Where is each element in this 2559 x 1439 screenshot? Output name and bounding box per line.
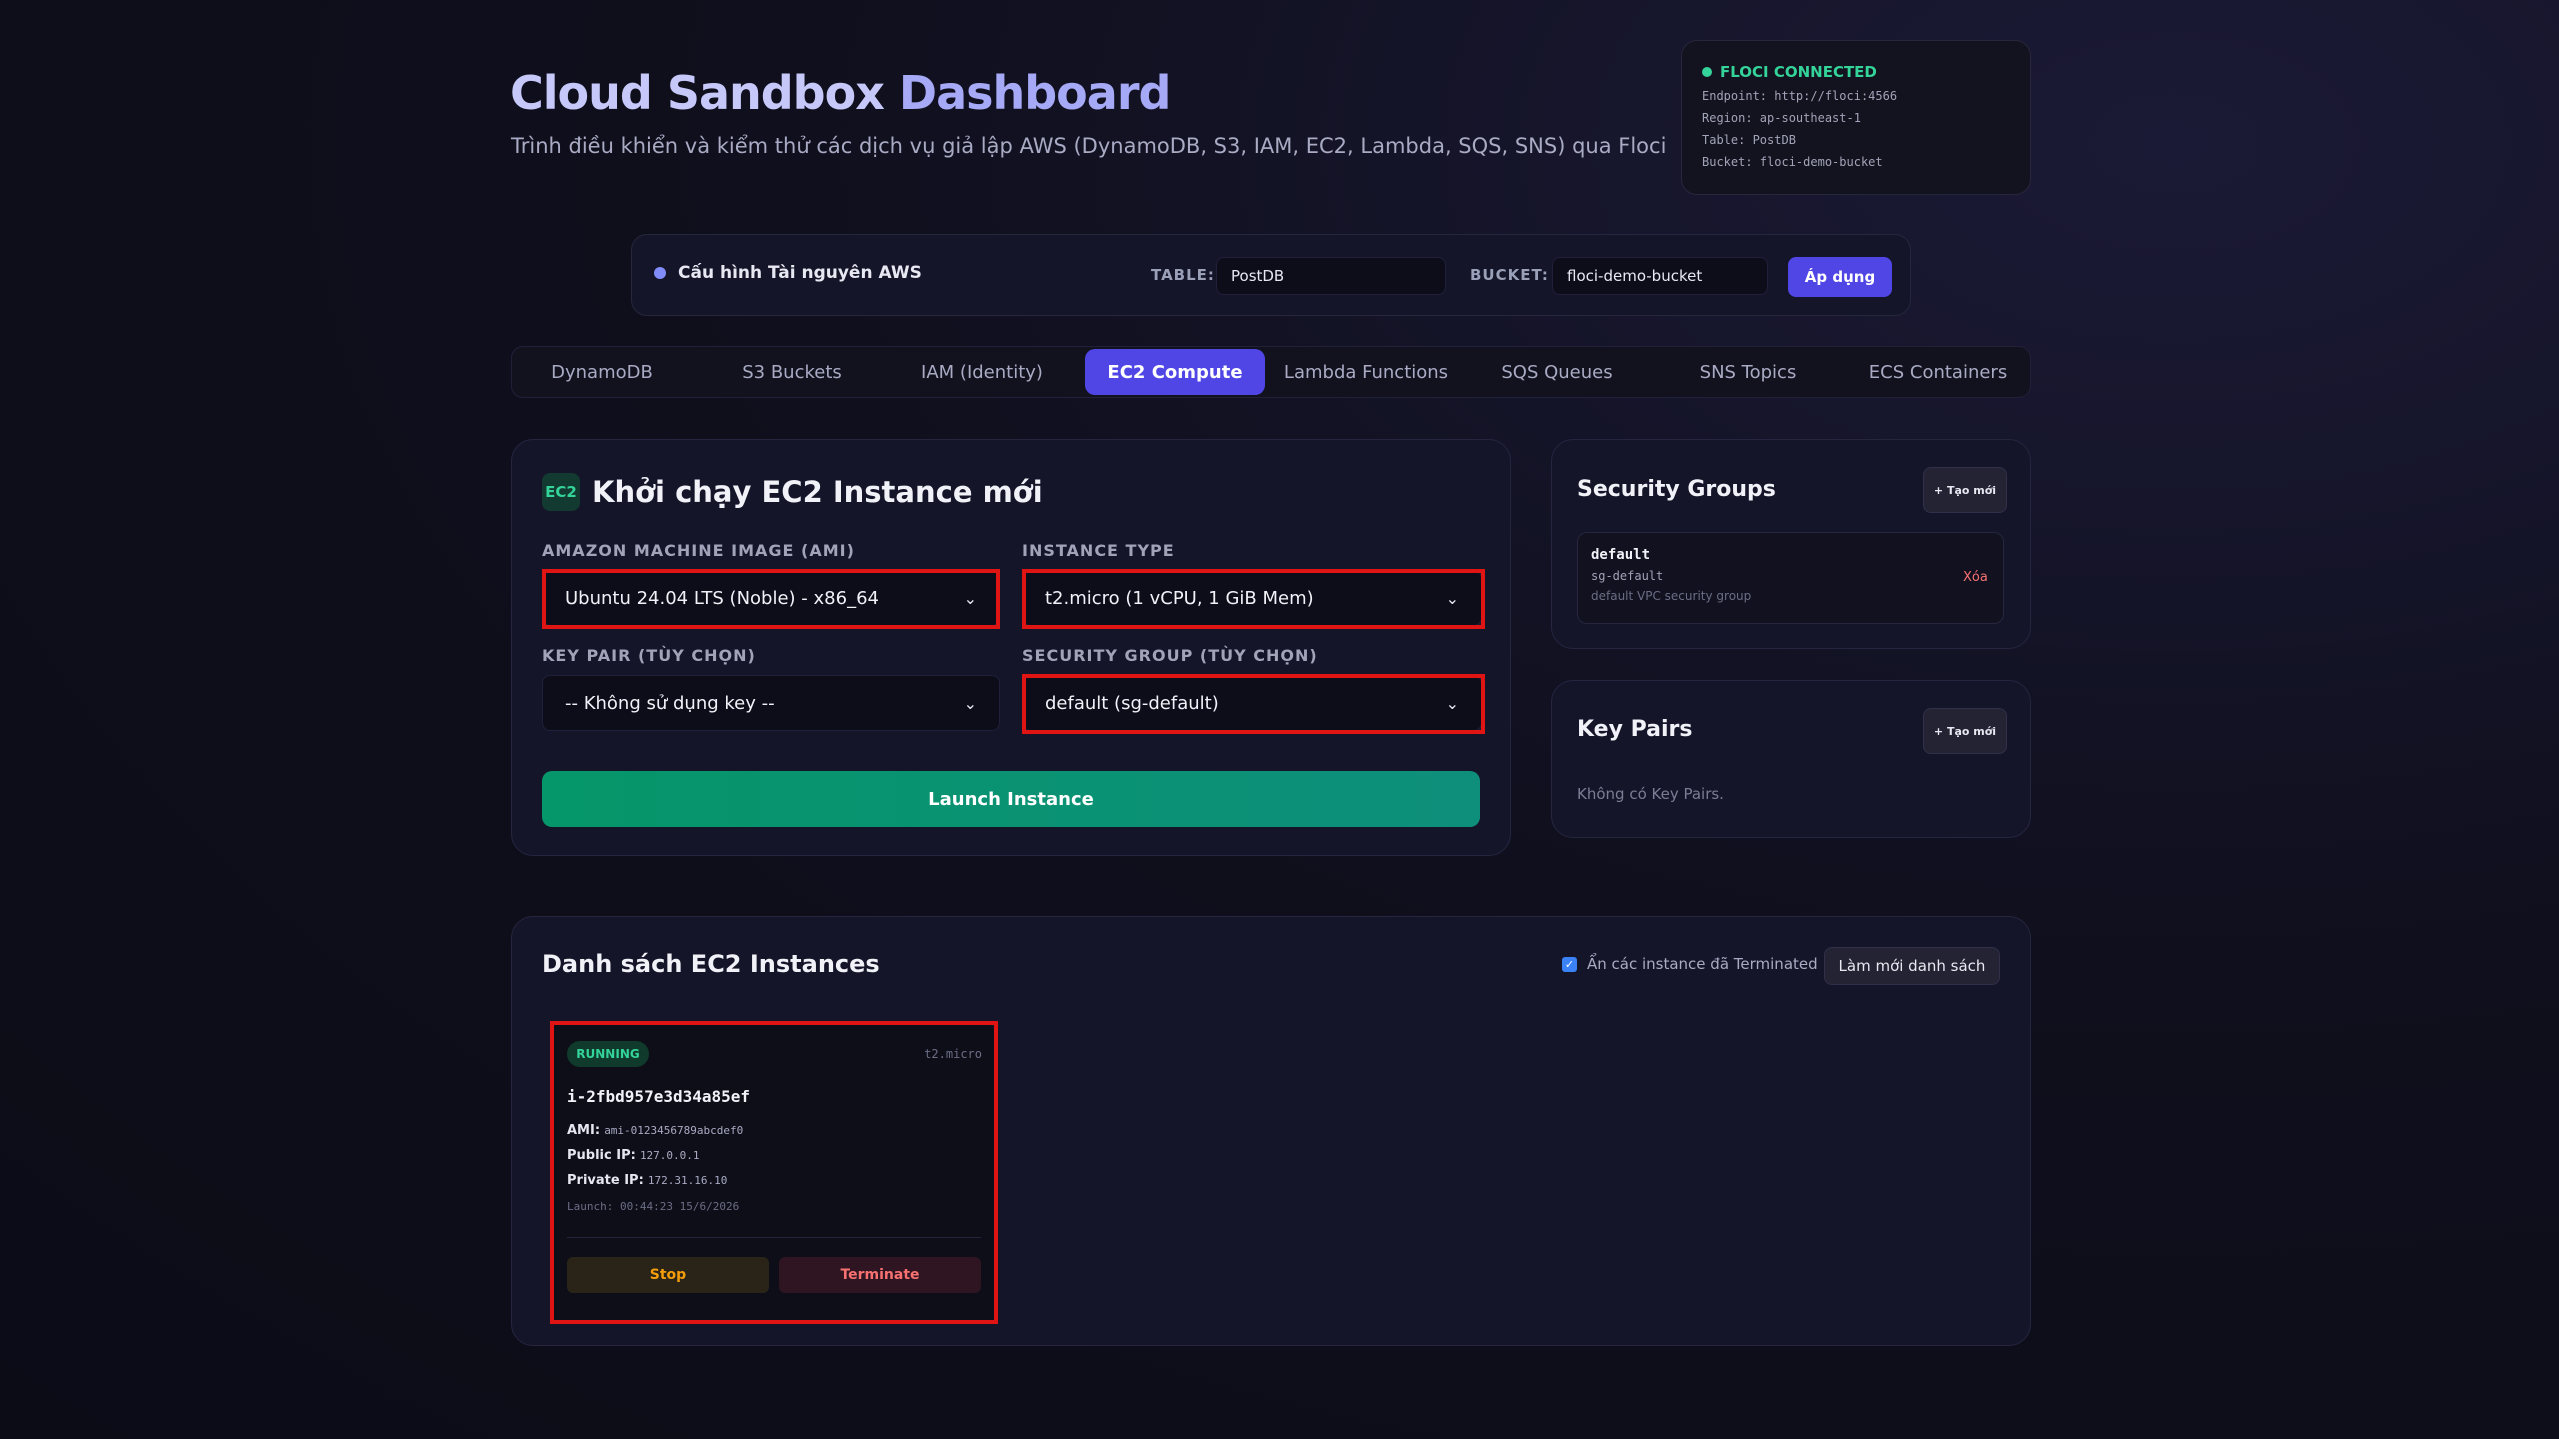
launch-instance-button[interactable]: Launch Instance: [542, 771, 1480, 827]
tab-iam[interactable]: IAM (Identity): [892, 349, 1072, 395]
private-ip-key: Private IP:: [567, 1173, 644, 1188]
instances-title: Danh sách EC2 Instances: [542, 950, 880, 978]
status-bucket: Bucket: floci-demo-bucket: [1702, 155, 1883, 169]
ami-label: AMAZON MACHINE IMAGE (AMI): [542, 541, 855, 560]
status-endpoint: Endpoint: http://floci:4566: [1702, 89, 1898, 103]
status-region: Region: ap-southeast-1: [1702, 111, 1861, 125]
key-pair-select[interactable]: -- Không sử dụng key -- ⌄: [542, 675, 1000, 731]
ami-select-value: Ubuntu 24.04 LTS (Noble) - x86_64: [565, 587, 879, 609]
ami-select[interactable]: Ubuntu 24.04 LTS (Noble) - x86_64 ⌄: [542, 570, 1000, 626]
tab-sns-topics[interactable]: SNS Topics: [1658, 349, 1838, 395]
tab-ecs-containers[interactable]: ECS Containers: [1848, 349, 2028, 395]
tab-s3-buckets[interactable]: S3 Buckets: [702, 349, 882, 395]
key-pairs-title: Key Pairs: [1577, 717, 1693, 742]
chevron-down-icon: ⌄: [1445, 588, 1459, 608]
launch-title-text: Khởi chạy EC2 Instance mới: [592, 475, 1043, 509]
security-groups-title: Security Groups: [1577, 477, 1776, 502]
status-table: Table: PostDB: [1702, 133, 1796, 147]
terminate-instance-button[interactable]: Terminate: [779, 1257, 981, 1293]
security-group-label: SECURITY GROUP (TÙY CHỌN): [1022, 646, 1318, 665]
refresh-list-button[interactable]: Làm mới danh sách: [1824, 947, 2000, 985]
launch-panel-title: EC2 Khởi chạy EC2 Instance mới: [542, 473, 1043, 511]
tab-dynamodb[interactable]: DynamoDB: [512, 349, 692, 395]
status-badge: RUNNING: [567, 1041, 649, 1067]
private-ip-value: 172.31.16.10: [647, 1174, 728, 1187]
instance-type-select[interactable]: t2.micro (1 vCPU, 1 GiB Mem) ⌄: [1022, 570, 1482, 626]
config-title: Cấu hình Tài nguyên AWS: [678, 263, 922, 283]
tab-lambda-functions[interactable]: Lambda Functions: [1276, 349, 1456, 395]
instance-launch-time: Launch: 00:44:23 15/6/2026: [567, 1200, 740, 1213]
ec2-icon: EC2: [542, 473, 580, 511]
resource-config-bar: Cấu hình Tài nguyên AWS TABLE: PostDB BU…: [631, 234, 1911, 316]
connection-status-card: FLOCI CONNECTED Endpoint: http://floci:4…: [1681, 40, 2031, 195]
instance-type-value: t2.micro (1 vCPU, 1 GiB Mem): [1045, 587, 1314, 609]
instance-public-ip: Public IP: 127.0.0.1: [567, 1148, 700, 1163]
tab-ec2-compute[interactable]: EC2 Compute: [1085, 349, 1265, 395]
sg-id: sg-default: [1591, 569, 1664, 583]
hide-terminated-toggle[interactable]: ✓ Ẩn các instance đã Terminated: [1562, 955, 1818, 973]
hide-terminated-label: Ẩn các instance đã Terminated: [1587, 955, 1818, 973]
title-part1: Cloud Sandbox: [510, 66, 885, 120]
security-groups-panel: Security Groups + Tạo mới default sg-def…: [1551, 439, 2031, 649]
stop-instance-button[interactable]: Stop: [567, 1257, 769, 1293]
connection-status-label: FLOCI CONNECTED: [1720, 63, 1877, 81]
card-divider: [567, 1237, 981, 1238]
launch-instance-panel: EC2 Khởi chạy EC2 Instance mới AMAZON MA…: [511, 439, 1511, 856]
chevron-down-icon: ⌄: [963, 588, 977, 608]
create-key-pair-button[interactable]: + Tạo mới: [1923, 708, 2007, 754]
status-dot-icon: [1702, 67, 1712, 77]
chevron-down-icon: ⌄: [963, 693, 977, 713]
instances-panel: Danh sách EC2 Instances ✓ Ẩn các instanc…: [511, 916, 2031, 1346]
sg-description: default VPC security group: [1591, 589, 1752, 603]
resource-config-label: Cấu hình Tài nguyên AWS: [654, 263, 922, 283]
instance-private-ip: Private IP: 172.31.16.10: [567, 1173, 727, 1188]
bucket-label: BUCKET:: [1470, 266, 1549, 284]
config-dot-icon: [654, 267, 666, 279]
checkbox-checked-icon[interactable]: ✓: [1562, 956, 1577, 972]
instance-type: t2.micro: [924, 1047, 982, 1061]
instance-card: RUNNING t2.micro i-2fbd957e3d34a85ef AMI…: [550, 1023, 996, 1323]
chevron-down-icon: ⌄: [1445, 693, 1459, 713]
key-pairs-panel: Key Pairs + Tạo mới Không có Key Pairs.: [1551, 680, 2031, 838]
page-title: Cloud Sandbox Dashboard: [510, 66, 1172, 120]
key-pair-value: -- Không sử dụng key --: [565, 692, 775, 714]
ami-key: AMI:: [567, 1123, 601, 1138]
security-group-value: default (sg-default): [1045, 692, 1219, 714]
page-subtitle: Trình điều khiển và kiểm thử các dịch vụ…: [511, 134, 1667, 158]
tab-sqs-queues[interactable]: SQS Queues: [1467, 349, 1647, 395]
public-ip-value: 127.0.0.1: [639, 1149, 700, 1162]
create-security-group-button[interactable]: + Tạo mới: [1923, 467, 2007, 513]
instance-ami: AMI: ami-0123456789abcdef0: [567, 1123, 743, 1138]
security-group-item: default sg-default default VPC security …: [1577, 532, 2004, 624]
service-tabs: DynamoDB S3 Buckets IAM (Identity) EC2 C…: [511, 346, 2031, 398]
title-part2: Dashboard: [898, 66, 1172, 120]
delete-sg-button[interactable]: Xóa: [1963, 570, 1988, 585]
table-label: TABLE:: [1151, 266, 1215, 284]
apply-button[interactable]: Áp dụng: [1788, 257, 1892, 297]
bucket-input[interactable]: floci-demo-bucket: [1552, 257, 1768, 295]
table-input[interactable]: PostDB: [1216, 257, 1446, 295]
public-ip-key: Public IP:: [567, 1148, 636, 1163]
sg-name: default: [1591, 547, 1651, 563]
connection-status: FLOCI CONNECTED: [1702, 63, 2030, 81]
instance-id: i-2fbd957e3d34a85ef: [567, 1087, 751, 1106]
security-group-select[interactable]: default (sg-default) ⌄: [1022, 675, 1482, 731]
key-pairs-empty: Không có Key Pairs.: [1577, 785, 1724, 803]
key-pair-label: KEY PAIR (TÙY CHỌN): [542, 646, 756, 665]
instance-type-label: INSTANCE TYPE: [1022, 541, 1175, 560]
ami-value: ami-0123456789abcdef0: [604, 1124, 744, 1137]
